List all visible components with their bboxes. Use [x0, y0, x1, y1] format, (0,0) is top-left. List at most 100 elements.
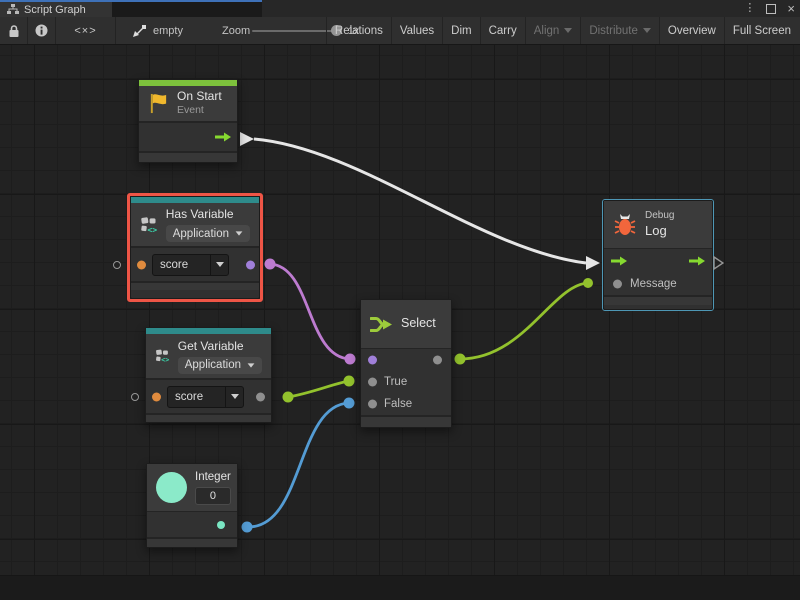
chevron-down-icon — [564, 28, 572, 33]
script-graph-window: Script Graph ⋮ × <×> — [0, 0, 800, 600]
pointer-icon — [132, 24, 147, 38]
trigger-output-port[interactable] — [689, 257, 705, 266]
node-debug-log[interactable]: Debug Log Message — [603, 200, 713, 310]
tab-label: Script Graph — [24, 4, 86, 16]
code-icon: <×> — [74, 25, 96, 37]
node-footer — [146, 413, 271, 422]
wire-onstart-to-debuglog[interactable] — [254, 139, 586, 263]
selection-output-port[interactable] — [433, 356, 442, 365]
graph-icon — [7, 4, 19, 15]
node-title: Log — [645, 223, 674, 239]
wire-hasvariable-to-select[interactable] — [270, 264, 350, 359]
zoom-label: Zoom — [222, 17, 250, 44]
selection-indicator: empty — [132, 17, 183, 44]
node-title: On Start — [177, 89, 222, 104]
svg-text:<>: <> — [161, 356, 169, 364]
lock-button[interactable] — [0, 17, 28, 44]
dropdown-button[interactable] — [225, 387, 243, 407]
node-title: Integer — [195, 470, 231, 484]
wire-getvariable-to-select-true[interactable] — [288, 381, 349, 397]
node-footer — [361, 415, 451, 427]
chevron-down-icon — [248, 363, 255, 367]
info-icon — [35, 24, 48, 37]
chevron-down-icon — [643, 28, 651, 33]
node-subtitle: Event — [177, 104, 222, 117]
node-footer — [604, 295, 712, 305]
bug-icon — [613, 213, 637, 236]
graph-canvas[interactable]: On Start Event — [0, 45, 800, 600]
variable-icon: <> — [155, 344, 170, 368]
trigger-input-port[interactable] — [611, 257, 627, 266]
distribute-button[interactable]: Distribute — [580, 17, 659, 44]
node-get-variable[interactable]: <> Get Variable Application score — [145, 327, 272, 423]
trigger-output-port[interactable] — [215, 133, 231, 142]
overview-button[interactable]: Overview — [659, 17, 724, 44]
message-input-port[interactable] — [613, 280, 622, 289]
lock-icon — [8, 24, 20, 38]
tab-bar: Script Graph ⋮ × — [0, 0, 800, 17]
wire-endpoint — [265, 259, 276, 270]
name-input-port[interactable] — [137, 260, 146, 269]
relations-button[interactable]: Relations — [326, 17, 391, 44]
graph-toolbar: <×> empty Zoom 1x Relations Values Dim C… — [0, 17, 800, 45]
variable-name-dropdown[interactable]: score — [167, 386, 244, 408]
selection-label: empty — [153, 25, 183, 37]
node-title: Get Variable — [178, 339, 262, 354]
carry-button[interactable]: Carry — [480, 17, 525, 44]
wire-endpoint — [345, 354, 356, 365]
node-title: Select — [401, 316, 436, 332]
selection-outline-red: <> Has Variable Application score — [127, 193, 263, 302]
wire-select-to-debuglog-message[interactable] — [460, 283, 588, 359]
scope-dropdown[interactable]: Application — [178, 357, 262, 374]
port-label: False — [384, 398, 412, 410]
window-menu-icon[interactable]: ⋮ — [744, 3, 755, 14]
fullscreen-button[interactable]: Full Screen — [724, 17, 799, 44]
node-has-variable[interactable]: <> Has Variable Application score — [130, 196, 260, 299]
false-input-port[interactable] — [368, 400, 377, 409]
integer-output-port[interactable] — [217, 521, 225, 529]
node-footer — [147, 537, 237, 547]
name-input-port[interactable] — [152, 392, 161, 401]
port-label: True — [384, 376, 407, 388]
maximize-icon[interactable] — [766, 4, 776, 14]
wire-endpoint — [455, 354, 466, 365]
integer-icon — [156, 472, 187, 503]
flow-wire-end-arrow — [586, 256, 600, 270]
svg-text:<>: <> — [147, 224, 157, 234]
flow-wire-start-arrow — [240, 132, 254, 146]
wire-endpoint — [344, 398, 355, 409]
code-view-button[interactable]: <×> — [56, 17, 116, 44]
values-button[interactable]: Values — [391, 17, 442, 44]
select-icon — [370, 315, 393, 334]
dim-button[interactable]: Dim — [442, 17, 479, 44]
node-footer — [131, 281, 259, 290]
node-kind: Debug — [645, 210, 674, 223]
variable-icon: <> — [140, 213, 158, 237]
tab-script-graph[interactable]: Script Graph — [0, 2, 112, 17]
boolean-output-port[interactable] — [246, 260, 255, 269]
value-output-port[interactable] — [256, 392, 265, 401]
canvas-bottom-strip — [0, 575, 800, 600]
integer-value-field[interactable]: 0 — [195, 487, 231, 505]
node-title: Has Variable — [166, 207, 250, 222]
node-on-start[interactable]: On Start Event — [138, 79, 238, 163]
unconnected-port-indicator — [131, 393, 139, 401]
dropdown-button[interactable] — [210, 255, 228, 275]
node-select[interactable]: Select True False — [360, 299, 452, 428]
condition-input-port[interactable] — [368, 356, 377, 365]
selection-outline-blue: Debug Log Message — [602, 199, 714, 311]
flag-icon — [148, 92, 169, 115]
wire-endpoint — [283, 392, 294, 403]
chevron-down-icon — [236, 231, 243, 235]
node-footer — [139, 151, 237, 162]
close-icon[interactable]: × — [787, 2, 795, 15]
scope-dropdown[interactable]: Application — [166, 225, 250, 242]
variable-name-dropdown[interactable]: score — [152, 254, 229, 276]
port-label: Message — [630, 278, 677, 290]
align-button[interactable]: Align — [525, 17, 581, 44]
wire-endpoint — [344, 376, 355, 387]
true-input-port[interactable] — [368, 378, 377, 387]
unconnected-port-indicator — [113, 261, 121, 269]
node-integer[interactable]: Integer 0 — [146, 463, 238, 548]
inspector-button[interactable] — [28, 17, 56, 44]
